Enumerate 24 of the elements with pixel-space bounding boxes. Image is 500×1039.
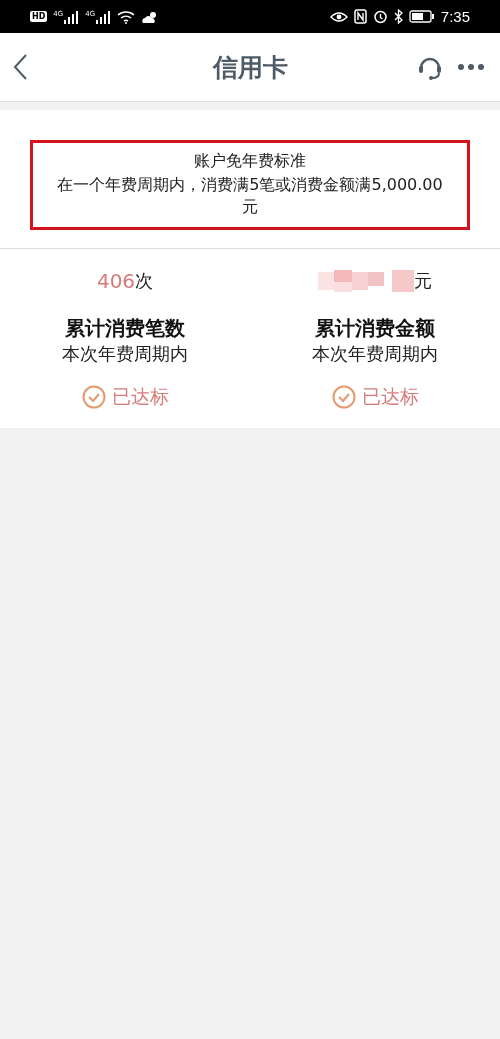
stat-label: 累计消费笔数 — [65, 314, 185, 342]
eye-icon — [329, 10, 348, 23]
page-title: 信用卡 — [212, 51, 288, 84]
signal-icon — [95, 9, 112, 24]
notice-title: 账户免年费标准 — [194, 151, 306, 172]
status-text: 已达标 — [111, 383, 169, 409]
hd-badge: HD — [30, 11, 48, 22]
signal-icon — [63, 9, 80, 24]
period-text: 本次年费周期内 — [312, 341, 438, 366]
status-text: 已达标 — [361, 383, 419, 409]
count-value: 406 — [96, 268, 136, 293]
nfc-icon — [353, 9, 367, 24]
unit-label: 次 — [135, 268, 154, 293]
unit-label: 元 — [414, 268, 432, 293]
wifi-icon — [117, 9, 136, 24]
notice-text: 在一个年费周期内，消费满5笔或消费金额满5,000.00元 — [56, 174, 444, 219]
stat-label: 累计消费金额 — [315, 314, 435, 342]
clock-time: 7:35 — [440, 8, 470, 25]
alarm-icon — [372, 9, 388, 24]
bluetooth-icon — [393, 9, 403, 24]
period-text: 本次年费周期内 — [62, 341, 188, 366]
back-icon[interactable] — [12, 53, 28, 81]
more-icon[interactable] — [458, 64, 484, 70]
battery-icon — [408, 10, 435, 23]
